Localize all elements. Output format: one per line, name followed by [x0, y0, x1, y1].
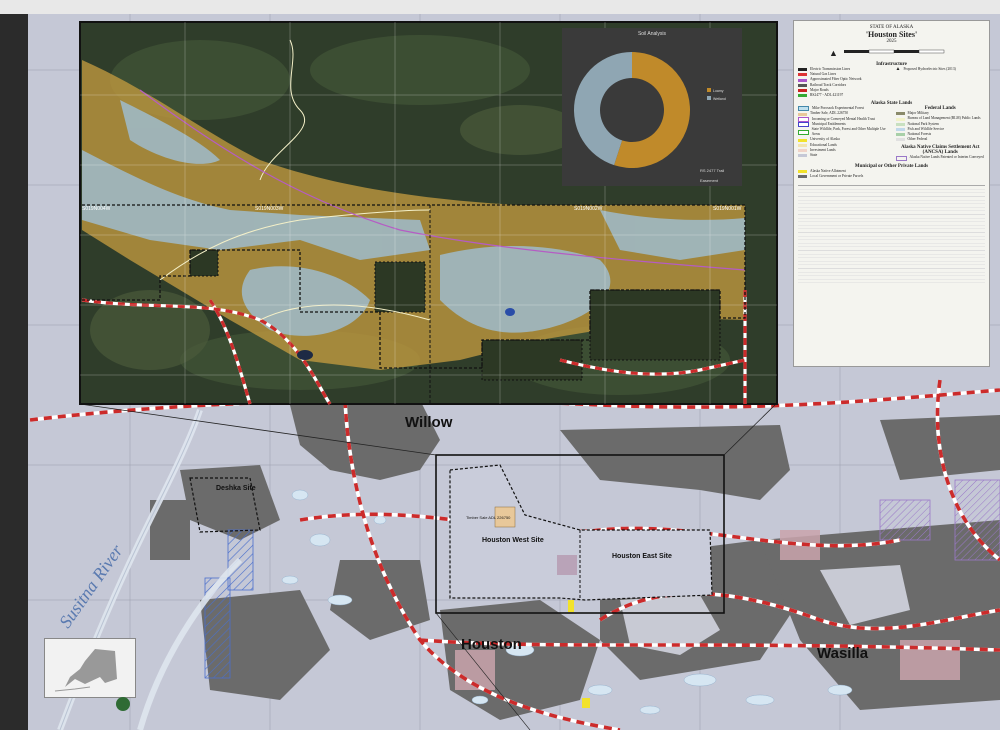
legend-item-ancsa: Alaska Native Lands Patented or Interim … [892, 155, 990, 161]
site-label-deshka: Deshka Site [216, 485, 256, 492]
legend-item-municipal: Local Government or Private Parcels [794, 174, 989, 179]
legend-year: 2025 [886, 39, 897, 44]
site-label-timber: Timber Sale ADL 226750 [466, 515, 511, 520]
donut-legend-item: Wetland [707, 96, 726, 101]
locator-map [44, 638, 136, 698]
soil-analysis-chart: Soil Analysis Loamy Wetland [562, 28, 742, 186]
legend-item-proposed: ▲ Proposed Hydroelectric Sites (2013) [895, 67, 956, 72]
map-canvas[interactable]: S019N004W S019N003W S019N002W S019N001W … [0, 0, 1000, 730]
inset-legend-easement: Easement [700, 178, 719, 183]
town-label-houston: Houston [461, 636, 522, 653]
scale-bar [843, 49, 945, 54]
legend-item-state: State [794, 153, 892, 158]
legend-title: 'Houston Sites' [865, 30, 918, 39]
site-label-houston-west: Houston West Site [482, 537, 544, 544]
town-label-wasilla: Wasilla [817, 645, 869, 662]
dnr-seal-icon [116, 697, 130, 711]
grid-label-4: S019N001W [713, 206, 742, 212]
donut-svg [574, 52, 690, 168]
legend-item-federal: Other Federal [892, 137, 990, 142]
legend-notes [798, 185, 985, 287]
town-label-willow: Willow [405, 414, 453, 431]
inset-legend-rs: RS 2477 Trail [700, 168, 725, 173]
alaska-outline-icon [54, 649, 117, 692]
grid-label-3: S019N002W [574, 206, 603, 212]
donut-legend-item: Loamy [707, 88, 726, 93]
grid-label-1: S019N004W [82, 206, 111, 212]
legend-item-state: State Wildlife, Park, Forest and Other M… [794, 127, 892, 137]
grid-label-2: S019N003W [255, 206, 284, 212]
north-arrow-icon: ▲ [829, 48, 838, 58]
site-label-houston-east: Houston East Site [612, 553, 672, 560]
ancsa-heading: Alaska Native Claims Settlement Act (ANC… [900, 145, 980, 156]
legend-panel: STATE OF ALASKA 'Houston Sites' 2025 ▲ I… [793, 20, 990, 367]
legend-item-infra: RS2477 - ADL 421197 [794, 93, 892, 98]
